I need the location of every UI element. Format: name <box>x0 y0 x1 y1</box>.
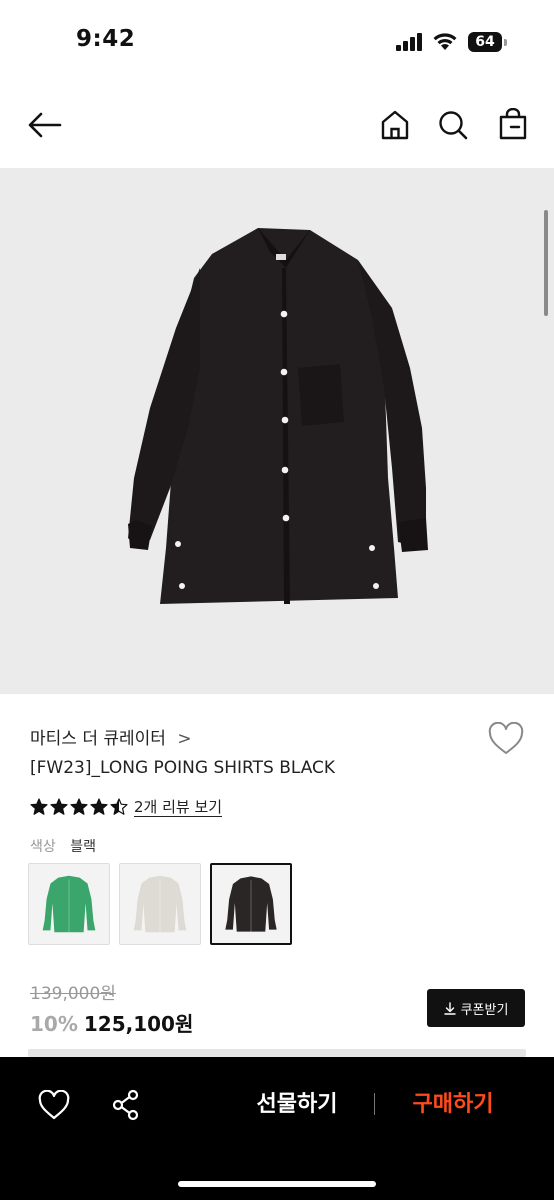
brand-name: 마티스 더 큐레이터 <box>30 729 166 749</box>
back-arrow-icon[interactable] <box>28 112 62 138</box>
chevron-right-icon: > <box>177 729 192 749</box>
star-icon <box>50 798 68 815</box>
product-image[interactable] <box>0 168 554 694</box>
home-icon[interactable] <box>380 110 410 140</box>
top-nav <box>0 84 554 168</box>
color-label: 색상 <box>30 839 56 855</box>
star-rating <box>30 798 128 816</box>
heart-icon[interactable] <box>38 1090 70 1120</box>
rating-row: 2개 리뷰 보기 <box>30 796 223 818</box>
wifi-icon <box>433 33 457 50</box>
battery-icon: 64 <box>468 32 508 52</box>
color-swatch-black[interactable] <box>210 863 292 945</box>
black-shirt-image <box>128 228 428 604</box>
review-link[interactable]: 2개 리뷰 보기 <box>134 798 223 817</box>
bottom-action-bar: 선물하기 구매하기 <box>0 1057 554 1200</box>
share-icon[interactable] <box>111 1089 141 1121</box>
download-icon <box>443 1001 456 1015</box>
status-bar: 9:42 64 <box>0 0 554 84</box>
star-icon <box>110 798 128 815</box>
sale-price: 125,100원 <box>83 1012 194 1036</box>
color-swatches <box>28 863 292 945</box>
color-row: 색상 블랙 <box>30 836 96 856</box>
star-icon <box>30 798 48 815</box>
signal-icon <box>396 33 422 51</box>
section-divider <box>28 1049 526 1057</box>
color-swatch-green[interactable] <box>28 863 110 945</box>
color-value: 블랙 <box>70 839 96 855</box>
battery-level: 64 <box>468 32 502 52</box>
search-icon[interactable] <box>438 110 468 140</box>
discount-rate: 10% <box>30 1012 78 1036</box>
shopping-bag-icon[interactable] <box>498 108 528 140</box>
shirt-thumbnail-icon <box>225 876 277 932</box>
gift-button[interactable]: 선물하기 <box>240 1088 354 1122</box>
coupon-button[interactable]: 쿠폰받기 <box>427 989 525 1027</box>
shirt-thumbnail-icon <box>133 875 187 933</box>
product-title: [FW23]_LONG POING SHIRTS BLACK <box>30 758 336 778</box>
home-indicator[interactable] <box>178 1181 376 1187</box>
star-icon <box>70 798 88 815</box>
button-separator <box>374 1093 375 1115</box>
original-price: 139,000원 <box>30 984 116 1004</box>
shirt-thumbnail-icon <box>42 875 96 933</box>
buy-button[interactable]: 구매하기 <box>396 1088 510 1122</box>
star-icon <box>90 798 108 815</box>
heart-icon[interactable] <box>488 722 524 756</box>
color-swatch-light-gray[interactable] <box>119 863 201 945</box>
brand-link[interactable]: 마티스 더 큐레이터 > <box>30 724 192 749</box>
coupon-label: 쿠폰받기 <box>460 1002 509 1018</box>
status-time: 9:42 <box>76 26 136 52</box>
scrollbar[interactable] <box>544 210 548 316</box>
price-row: 10% 125,100원 <box>30 1008 193 1037</box>
